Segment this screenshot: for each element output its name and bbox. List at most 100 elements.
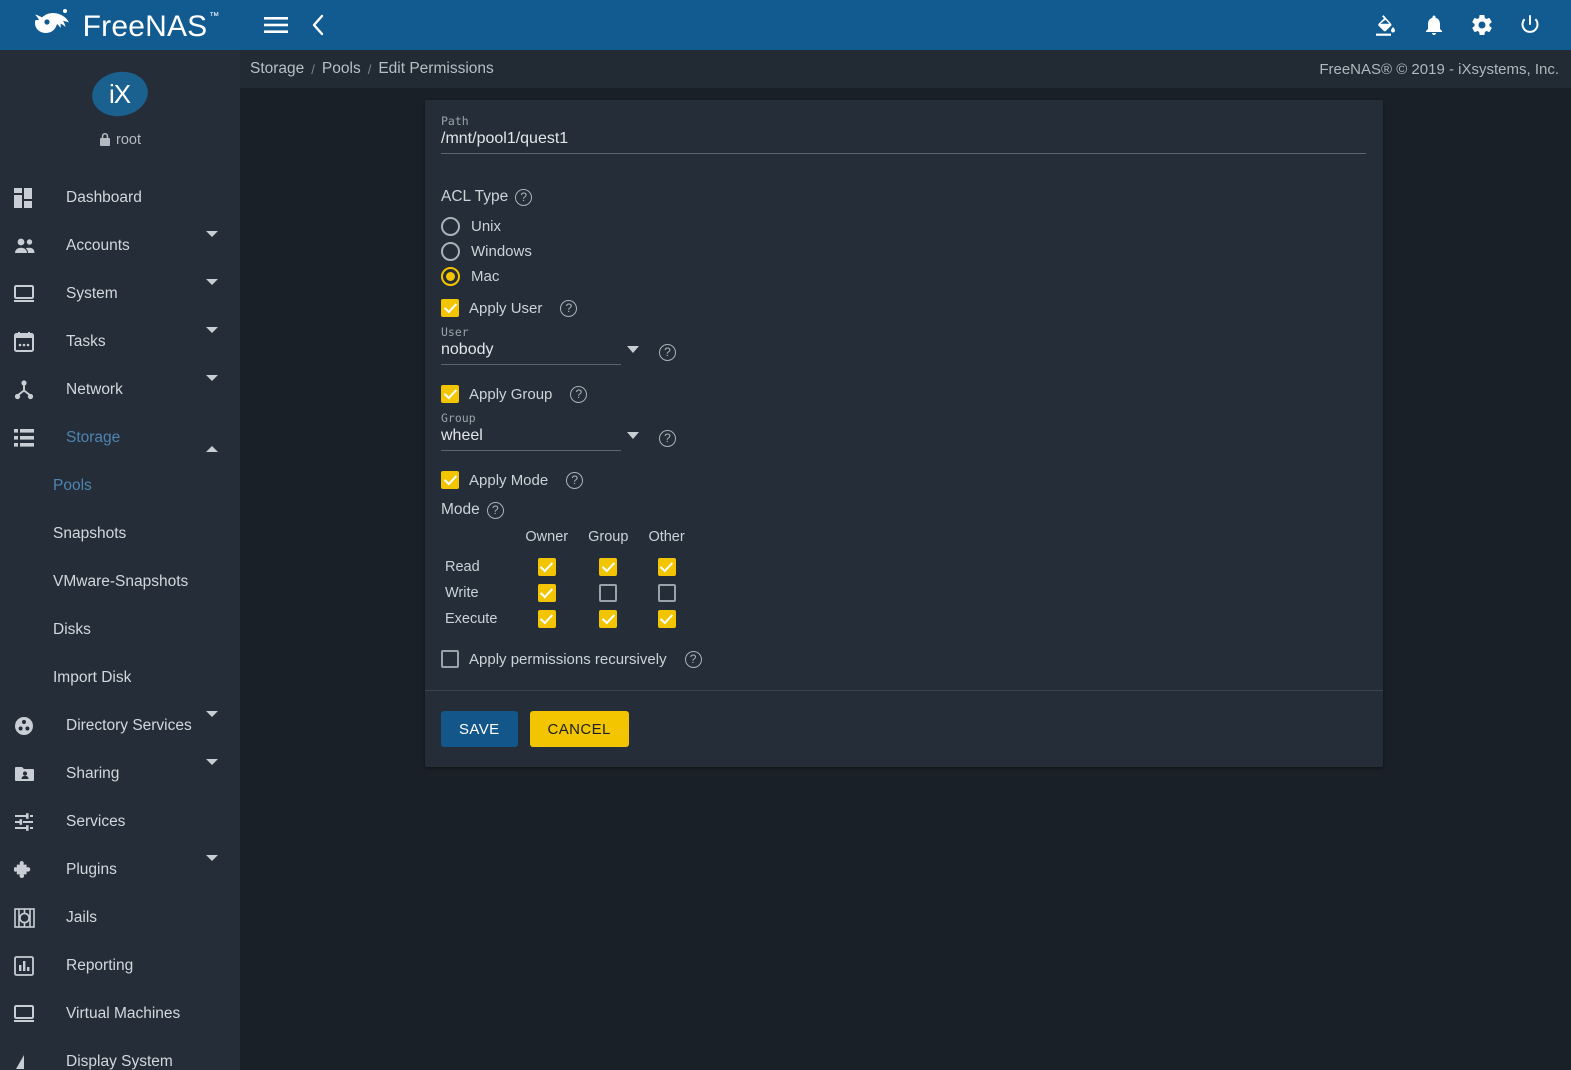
checkbox-execute-owner[interactable]: [537, 610, 556, 628]
chevron-down-icon[interactable]: [206, 759, 218, 783]
hamburger-menu-icon[interactable]: [258, 7, 294, 43]
sidebar-item-tasks[interactable]: Tasks: [0, 318, 240, 366]
table-row: Execute: [441, 606, 695, 632]
radio-mac[interactable]: [441, 267, 460, 286]
path-input[interactable]: /mnt/pool1/quest1: [441, 130, 1366, 154]
acl-type-header: ACL Type ?: [441, 188, 1367, 206]
chevron-left-icon[interactable]: [304, 11, 332, 39]
checkbox-write-other[interactable]: [657, 584, 676, 602]
checkbox-read-owner[interactable]: [537, 558, 556, 576]
sidebar-item-network[interactable]: Network: [0, 366, 240, 414]
sidebar-item-snapshots[interactable]: Snapshots: [0, 510, 240, 558]
notifications-bell-icon[interactable]: [1415, 6, 1453, 44]
brand-name: FreeNAS ™: [83, 12, 220, 42]
sidebar-item-label: Jails: [66, 909, 98, 926]
help-circle-icon[interactable]: ?: [570, 385, 588, 403]
sidebar-item-system[interactable]: System: [0, 270, 240, 318]
apply-group-checkbox[interactable]: [441, 385, 459, 403]
checkbox-read-group[interactable]: [599, 558, 618, 576]
gear-glyph: [1472, 14, 1492, 35]
checkbox-write-owner[interactable]: [537, 584, 556, 602]
sidebar-item-dashboard[interactable]: Dashboard: [0, 174, 240, 222]
group-select[interactable]: wheel: [441, 427, 621, 451]
radio-unix[interactable]: [441, 217, 460, 236]
freenas-logo[interactable]: FreeNAS ™: [33, 8, 220, 42]
breadcrumb-item-storage[interactable]: Storage: [250, 60, 304, 78]
checkbox-write-group[interactable]: [599, 584, 618, 602]
acl-type-option-windows[interactable]: Windows: [441, 239, 1367, 264]
sidebar-item-vmware-snapshots[interactable]: VMware-Snapshots: [0, 558, 240, 606]
apply-mode-label: Apply Mode: [469, 471, 549, 489]
help-circle-icon[interactable]: ?: [486, 501, 504, 519]
sidebar-item-sharing[interactable]: Sharing: [0, 750, 240, 798]
apply-mode-row[interactable]: Apply Mode ?: [441, 471, 1367, 489]
power-icon[interactable]: [1511, 6, 1549, 44]
user-field: User nobody ?: [441, 325, 1367, 365]
chevron-up-icon[interactable]: [206, 429, 218, 452]
logged-in-user[interactable]: root: [99, 132, 141, 148]
save-button[interactable]: SAVE: [441, 711, 518, 747]
sidebar-item-directory-services[interactable]: Directory Services: [0, 702, 240, 750]
chevron-down-icon[interactable]: [206, 855, 218, 879]
mode-row-label-execute: Execute: [445, 611, 498, 627]
help-circle-icon[interactable]: ?: [659, 344, 676, 361]
chevron-down-icon[interactable]: [206, 711, 218, 735]
chevron-down-icon[interactable]: [627, 432, 639, 439]
sidebar-item-virtual-machines[interactable]: Virtual Machines: [0, 990, 240, 1038]
sidebar-item-import-disk[interactable]: Import Disk: [0, 654, 240, 702]
sidebar-item-reporting[interactable]: Reporting: [0, 942, 240, 990]
sidebar-item-disks[interactable]: Disks: [0, 606, 240, 654]
acl-type-option-unix[interactable]: Unix: [441, 214, 1367, 239]
help-circle-icon[interactable]: ?: [684, 650, 702, 668]
ix-systems-logo: iX: [88, 67, 152, 121]
mode-label: Mode: [441, 501, 480, 518]
apply-user-checkbox[interactable]: [441, 299, 459, 317]
breadcrumb-separator: /: [367, 61, 372, 77]
sidebar-item-accounts[interactable]: Accounts: [0, 222, 240, 270]
table-row: Read: [441, 554, 695, 580]
help-circle-icon[interactable]: ?: [515, 188, 533, 206]
breadcrumb-item-pools[interactable]: Pools: [322, 60, 361, 78]
checkbox-read-other[interactable]: [657, 558, 676, 576]
apply-mode-checkbox[interactable]: [441, 471, 459, 489]
apply-group-row[interactable]: Apply Group ?: [441, 385, 1367, 403]
apply-group-label: Apply Group: [469, 385, 553, 403]
apply-recursively-checkbox[interactable]: [441, 650, 459, 668]
apply-user-row[interactable]: Apply User ?: [441, 299, 1367, 317]
sidebar-item-label: Plugins: [66, 861, 117, 878]
sidebar: iX root Dashboard Accounts System Tasks …: [0, 50, 240, 1070]
apply-recursively-row[interactable]: Apply permissions recursively ?: [441, 650, 1367, 668]
sidebar-subitem-label: Import Disk: [53, 669, 132, 686]
sidebar-item-label: Virtual Machines: [66, 1005, 181, 1022]
cancel-button[interactable]: CANCEL: [529, 711, 629, 747]
user-select[interactable]: nobody: [441, 341, 621, 365]
help-circle-icon[interactable]: ?: [659, 430, 676, 447]
bell-glyph: [1426, 15, 1442, 35]
theme-fill-icon[interactable]: [1367, 6, 1405, 44]
chevron-down-icon[interactable]: [206, 327, 218, 351]
chevron-down-icon[interactable]: [206, 375, 218, 399]
lock-icon: [100, 133, 110, 146]
mode-corner-cell: [441, 529, 515, 554]
sidebar-item-services[interactable]: Services: [0, 798, 240, 846]
radio-windows[interactable]: [441, 242, 460, 261]
chevron-down-icon[interactable]: [206, 279, 218, 303]
sidebar-item-label: Storage: [66, 429, 121, 446]
settings-gear-icon[interactable]: [1463, 6, 1501, 44]
checkbox-execute-other[interactable]: [657, 610, 676, 628]
help-circle-icon[interactable]: ?: [566, 471, 584, 489]
mode-cell-write-other: [638, 580, 694, 606]
sidebar-item-storage[interactable]: Storage: [0, 414, 240, 462]
sidebar-item-label: Sharing: [66, 765, 120, 782]
sidebar-item-pools[interactable]: Pools: [0, 462, 240, 510]
sidebar-item-plugins[interactable]: Plugins: [0, 846, 240, 894]
chevron-down-icon[interactable]: [627, 346, 639, 353]
chevron-down-icon[interactable]: [206, 231, 218, 255]
sidebar-item-jails[interactable]: Jails: [0, 894, 240, 942]
sidebar-item-display-system[interactable]: Display System: [0, 1038, 240, 1070]
help-circle-icon[interactable]: ?: [560, 299, 578, 317]
checkbox-execute-group[interactable]: [599, 610, 618, 628]
acl-type-option-mac[interactable]: Mac: [441, 264, 1367, 289]
mode-row-label-read: Read: [445, 559, 480, 575]
